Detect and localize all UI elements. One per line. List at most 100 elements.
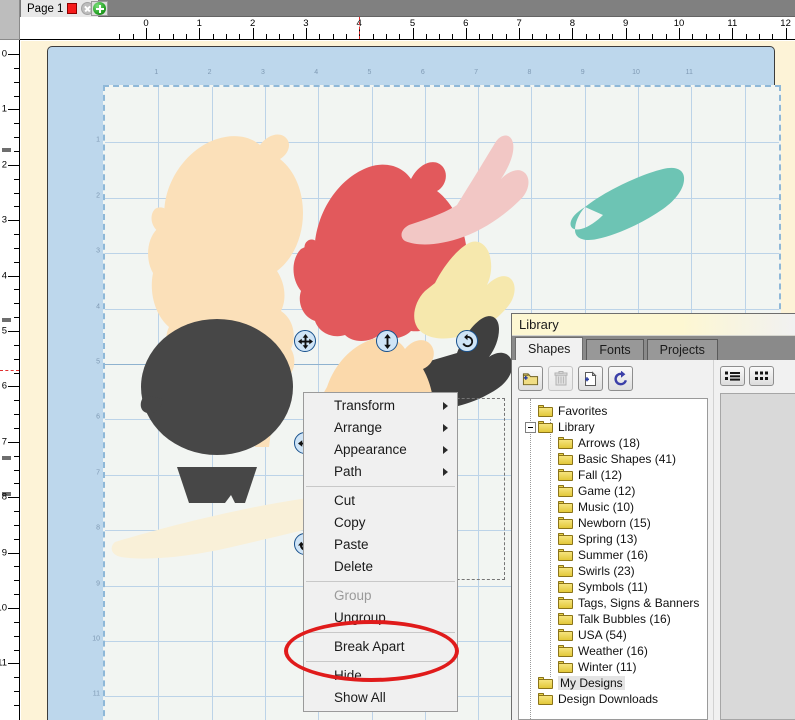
- tree-item-swirls-23-[interactable]: Swirls (23): [519, 563, 707, 579]
- horizontal-ruler[interactable]: 0123456789101112: [20, 17, 795, 40]
- library-tab-projects[interactable]: Projects: [647, 339, 718, 360]
- tree-item-spring-13-[interactable]: Spring (13): [519, 531, 707, 547]
- vruler-tick: [8, 220, 19, 221]
- menu-item-break-apart[interactable]: Break Apart: [304, 636, 457, 658]
- grid-view-icon[interactable]: [749, 366, 774, 386]
- tree-item-basic-shapes-41-[interactable]: Basic Shapes (41): [519, 451, 707, 467]
- library-panel-title: Library: [512, 314, 795, 336]
- context-menu[interactable]: TransformArrangeAppearancePath CutCopyPas…: [303, 392, 458, 712]
- tree-indent-spacer: [545, 614, 556, 625]
- vruler-minor-tick: [14, 82, 19, 83]
- menu-item-path[interactable]: Path: [304, 461, 457, 483]
- library-thumbnail-area[interactable]: [720, 393, 795, 720]
- menu-item-copy[interactable]: Copy: [304, 512, 457, 534]
- resize-vertical-handle[interactable]: [376, 330, 398, 352]
- library-tab-shapes[interactable]: Shapes: [515, 337, 583, 360]
- vruler-tick: [8, 663, 19, 664]
- tree-indent-spacer: [525, 694, 536, 705]
- tree-item-winter-11-[interactable]: Winter (11): [519, 659, 707, 675]
- rotate-handle-top-right[interactable]: [456, 330, 478, 352]
- tree-item-fall-12-[interactable]: Fall (12): [519, 467, 707, 483]
- hruler-tick: [466, 28, 467, 39]
- menu-item-appearance[interactable]: Appearance: [304, 439, 457, 461]
- library-toolbar[interactable]: [518, 366, 708, 391]
- page-tab-page-1[interactable]: Page 1: [20, 0, 99, 17]
- tree-item-tags-signs-banners[interactable]: Tags, Signs & Banners: [519, 595, 707, 611]
- tree-item-summer-16-[interactable]: Summer (16): [519, 547, 707, 563]
- hruler-label: 6: [463, 18, 468, 29]
- vruler-minor-tick: [14, 677, 19, 678]
- menu-item-ungroup[interactable]: Ungroup: [304, 607, 457, 629]
- tree-item-my-designs[interactable]: My Designs: [519, 675, 707, 691]
- menu-item-arrange[interactable]: Arrange: [304, 417, 457, 439]
- mat-scale-label: 11: [93, 691, 100, 698]
- tree-item-symbols-11-[interactable]: Symbols (11): [519, 579, 707, 595]
- tree-item-arrows-18-[interactable]: Arrows (18): [519, 435, 707, 451]
- hruler-minor-tick: [426, 34, 427, 39]
- tree-item-music-10-[interactable]: Music (10): [519, 499, 707, 515]
- hruler-tick: [306, 28, 307, 39]
- tree-item-game-12-[interactable]: Game (12): [519, 483, 707, 499]
- tree-item-label: Favorites: [558, 404, 607, 418]
- hruler-label: 7: [516, 18, 521, 29]
- library-tab-bar[interactable]: ShapesFontsProjects: [512, 336, 795, 360]
- hruler-label: 3: [303, 18, 308, 29]
- vruler-tick: [8, 497, 19, 498]
- folder-icon: [558, 485, 573, 497]
- vertical-ruler[interactable]: 01234567891011: [0, 40, 20, 720]
- tree-item-favorites[interactable]: Favorites: [519, 403, 707, 419]
- vruler-scroll-mark-1: [2, 148, 11, 152]
- tree-item-newborn-15-[interactable]: Newborn (15): [519, 515, 707, 531]
- shape-blob-teal[interactable]: [570, 168, 684, 240]
- tree-indent-spacer: [545, 534, 556, 545]
- mat-scale-label: 3: [96, 248, 100, 255]
- menu-item-delete[interactable]: Delete: [304, 556, 457, 578]
- vruler-minor-tick: [14, 137, 19, 138]
- tree-item-weather-16-[interactable]: Weather (16): [519, 643, 707, 659]
- tree-item-library[interactable]: Library: [519, 419, 707, 435]
- refresh-icon[interactable]: [608, 366, 633, 391]
- plus-icon: [93, 2, 106, 15]
- add-folder-icon[interactable]: [518, 366, 543, 391]
- page-color-swatch[interactable]: [67, 3, 77, 14]
- library-folder-tree[interactable]: Favorites LibraryArrows (18)Basic Shapes …: [518, 398, 708, 720]
- library-panel[interactable]: Library ShapesFontsProjects: [511, 313, 795, 720]
- tree-item-usa-54-[interactable]: USA (54): [519, 627, 707, 643]
- library-tab-fonts[interactable]: Fonts: [586, 339, 643, 360]
- mat-scale-label: 10: [92, 636, 100, 643]
- menu-item-paste[interactable]: Paste: [304, 534, 457, 556]
- chevron-right-icon: [443, 424, 448, 432]
- folder-icon: [558, 629, 573, 641]
- vruler-label: 1: [2, 104, 7, 115]
- hruler-label: 9: [623, 18, 628, 29]
- vruler-minor-tick: [14, 151, 19, 152]
- menu-item-cut[interactable]: Cut: [304, 490, 457, 512]
- mat-scale-label: 6: [96, 414, 100, 421]
- vruler-minor-tick: [14, 206, 19, 207]
- tree-item-label: Library: [558, 420, 595, 434]
- vruler-minor-tick: [14, 248, 19, 249]
- add-page-button[interactable]: [91, 1, 108, 16]
- collapse-icon[interactable]: [525, 422, 536, 433]
- add-file-icon[interactable]: [578, 366, 603, 391]
- mat-scale-label: 8: [96, 525, 100, 532]
- vruler-minor-tick: [14, 193, 19, 194]
- tree-item-design-downloads[interactable]: Design Downloads: [519, 691, 707, 707]
- tree-item-talk-bubbles-16-[interactable]: Talk Bubbles (16): [519, 611, 707, 627]
- tree-indent-spacer: [545, 438, 556, 449]
- list-view-icon[interactable]: [720, 366, 745, 386]
- shape-balloon-dark[interactable]: [141, 319, 293, 503]
- hruler-minor-tick: [333, 34, 334, 39]
- hruler-minor-tick: [133, 34, 134, 39]
- vruler-minor-tick: [14, 636, 19, 637]
- menu-item-hide[interactable]: Hide: [304, 665, 457, 687]
- hruler-minor-tick: [186, 34, 187, 39]
- mat-scale-label: 9: [581, 69, 585, 76]
- menu-item-transform[interactable]: Transform: [304, 395, 457, 417]
- library-view-toolbar[interactable]: [720, 366, 795, 386]
- menu-item-show-all[interactable]: Show All: [304, 687, 457, 709]
- tree-indent-spacer: [525, 678, 536, 689]
- move-handle[interactable]: [294, 330, 316, 352]
- folder-icon: [558, 549, 573, 561]
- vruler-minor-tick: [14, 622, 19, 623]
